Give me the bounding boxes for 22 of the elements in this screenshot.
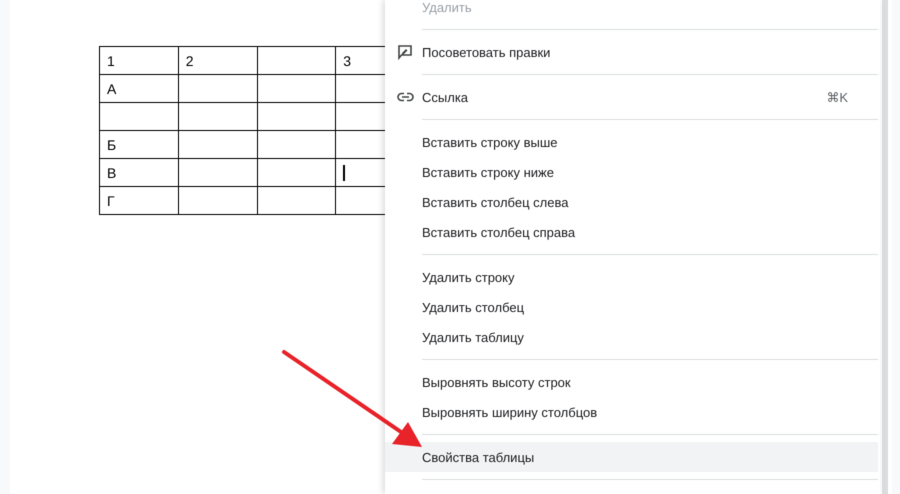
menu-item[interactable]: Ссылка ⌘K	[385, 82, 878, 112]
table-cell: В	[100, 158, 178, 186]
link-icon	[397, 92, 414, 102]
menu-item[interactable]: Удалить таблицу	[385, 322, 878, 352]
comment-edit-icon	[397, 44, 413, 60]
menu-item[interactable]: Удалить столбец	[385, 292, 878, 322]
table-cell: 2	[178, 46, 257, 74]
menu-item[interactable]: Вставить строку выше	[385, 127, 878, 157]
menu-item[interactable]: Посоветовать правки	[385, 37, 878, 67]
menu-item[interactable]: Выровнять ширину столбцов	[385, 397, 878, 427]
menu-item[interactable]: Вставить столбец справа	[385, 217, 878, 247]
menu-item[interactable]: Выровнять высоту строк	[385, 367, 878, 397]
shortcut-label: ⌘K	[826, 90, 848, 104]
scrollbar[interactable]	[882, 0, 888, 494]
menu-item[interactable]: Вставить столбец слева	[385, 187, 878, 217]
menu-item[interactable]: Свойства таблицы	[385, 442, 878, 472]
table-cell: 1	[100, 46, 178, 74]
menu-item[interactable]: Удалить строку	[385, 262, 878, 292]
table-cell: Б	[100, 130, 178, 158]
menu-item[interactable]: Вставить строку ниже	[385, 157, 878, 187]
table-cell: А	[100, 74, 178, 102]
table-cell: Г	[100, 186, 178, 214]
